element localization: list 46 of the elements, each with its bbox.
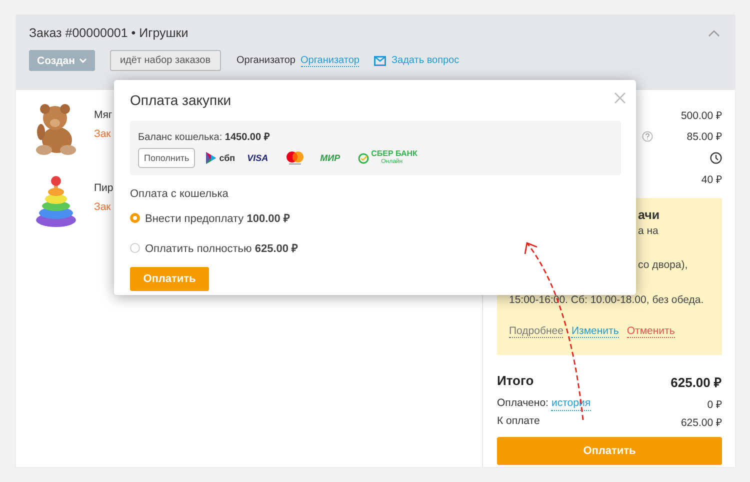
item-name: Пир <box>94 182 114 194</box>
help-icon[interactable] <box>642 130 653 142</box>
organizer-link[interactable]: Организатор <box>300 54 360 66</box>
pickup-text: а на <box>638 224 658 239</box>
radio-button[interactable] <box>130 242 140 252</box>
stage-badge: идёт набор заказов <box>110 50 221 71</box>
wallet-balance: Баланс кошелька: 1450.00 ₽ <box>138 131 270 143</box>
ask-question-link[interactable]: Задать вопрос <box>391 55 460 66</box>
pickup-text: со двора), <box>638 258 688 272</box>
radio-button[interactable] <box>130 212 140 222</box>
modal-title: Оплата закупки <box>130 92 232 108</box>
total-label: Итого <box>497 373 534 390</box>
order-link[interactable]: Зак <box>94 128 111 140</box>
due-label: К оплате <box>497 415 540 429</box>
pay-button[interactable]: Оплатить <box>497 437 722 465</box>
visa-logo: VISA <box>247 153 268 163</box>
price: 500.00 ₽ <box>680 108 722 122</box>
section-title: Оплата с кошелька <box>130 188 228 200</box>
clock-icon <box>710 152 722 164</box>
price: 85.00 ₽ <box>686 130 722 144</box>
organizer-label: Организатор <box>236 55 296 66</box>
order-link[interactable]: Зак <box>94 201 111 213</box>
pickup-link[interactable]: Изменить <box>571 325 619 338</box>
price: 40 ₽ <box>701 173 722 186</box>
mail-icon[interactable] <box>374 56 386 66</box>
due-value: 625.00 ₽ <box>680 416 722 429</box>
collapse-icon[interactable] <box>708 30 720 36</box>
item-name: Мяг <box>94 109 112 121</box>
sbp-logo: сбп <box>205 151 236 165</box>
paid-value: 0 ₽ <box>707 398 722 411</box>
history-link[interactable]: история <box>551 397 591 411</box>
top-up-button[interactable]: Пополнить <box>138 148 196 168</box>
mir-logo: МИР <box>320 153 340 163</box>
pickup-title: ачи <box>638 207 660 223</box>
total-value: 625.00 ₽ <box>670 374 722 391</box>
status-button[interactable]: Создан <box>29 50 95 71</box>
pickup-link[interactable]: Отменить <box>626 325 675 338</box>
close-icon[interactable] <box>614 92 626 104</box>
mastercard-logo <box>286 151 304 165</box>
caret-icon <box>78 58 87 63</box>
pickup-link[interactable]: Подробнее <box>509 325 564 338</box>
paid-label: Оплачено: <box>497 397 548 411</box>
order-title: Заказ #00000001 • Игрушки <box>29 26 188 40</box>
option-label: Внести предоплату 100.00 ₽ <box>145 212 290 225</box>
pay-button[interactable]: Оплатить <box>130 267 209 291</box>
option-label: Оплатить полностью 625.00 ₽ <box>145 242 298 255</box>
